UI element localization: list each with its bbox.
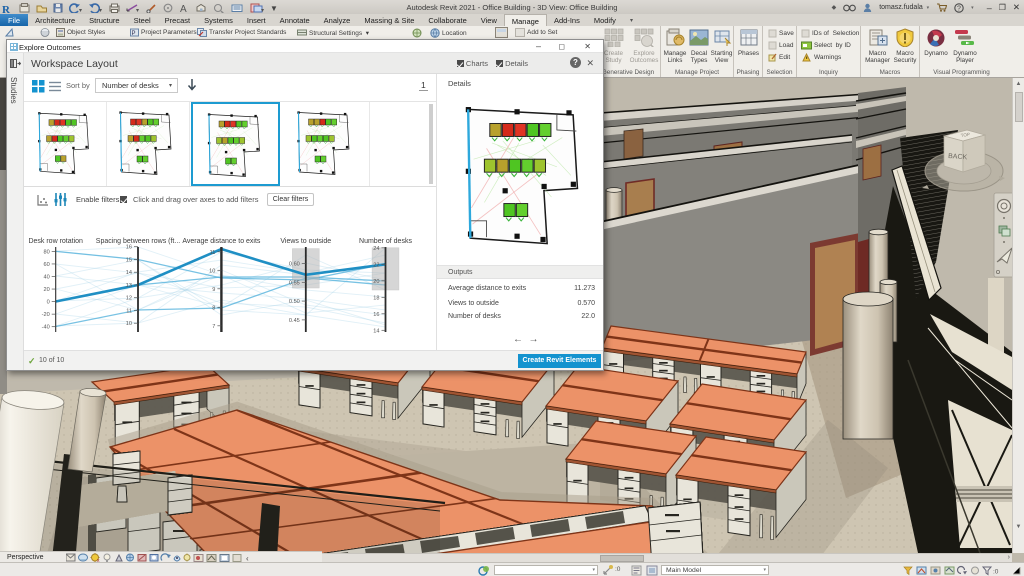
svg-text:Average distance to exits: Average distance to exits <box>182 238 261 245</box>
svg-text:40: 40 <box>43 275 49 281</box>
svg-text:14: 14 <box>126 270 132 276</box>
svg-text:-40: -40 <box>42 325 50 331</box>
svg-text:12: 12 <box>126 296 132 302</box>
svg-text:10: 10 <box>126 321 132 327</box>
svg-text:Views to outside: Views to outside <box>280 238 331 245</box>
svg-text:-20: -20 <box>42 312 50 318</box>
svg-text:▾: ▾ <box>99 8 102 13</box>
svg-text:18: 18 <box>373 295 379 301</box>
svg-text:?: ? <box>957 5 961 12</box>
svg-text:0: 0 <box>47 300 50 306</box>
svg-text::0: :0 <box>993 569 999 576</box>
svg-text:20: 20 <box>43 287 49 293</box>
svg-text:13: 13 <box>126 283 132 289</box>
svg-text:11: 11 <box>210 250 216 256</box>
svg-text:BACK: BACK <box>948 153 968 161</box>
svg-text:7: 7 <box>212 324 215 330</box>
svg-text:▾: ▾ <box>79 8 82 13</box>
svg-text:80: 80 <box>43 249 49 255</box>
svg-text:9: 9 <box>212 287 215 293</box>
svg-text:10: 10 <box>209 268 215 274</box>
svg-text:Desk row rotation: Desk row rotation <box>28 238 83 245</box>
svg-text:16: 16 <box>126 245 132 251</box>
svg-text:11: 11 <box>126 308 132 314</box>
svg-text:▾: ▾ <box>261 8 264 13</box>
svg-text:0.55: 0.55 <box>289 280 300 286</box>
svg-text:0.60: 0.60 <box>289 262 300 268</box>
svg-text:14: 14 <box>373 328 379 334</box>
svg-text:0.50: 0.50 <box>289 299 300 305</box>
svg-text:Number of desks: Number of desks <box>359 238 412 245</box>
svg-text:16: 16 <box>373 312 379 318</box>
svg-text:R: R <box>2 4 11 14</box>
svg-text:P: P <box>132 31 136 37</box>
svg-text:Spacing between rows (ft...: Spacing between rows (ft... <box>96 238 180 245</box>
svg-text:8: 8 <box>212 305 215 311</box>
svg-text:15: 15 <box>126 257 132 263</box>
svg-text:▾: ▾ <box>136 8 139 13</box>
svg-text:0.45: 0.45 <box>289 318 300 324</box>
svg-text:A: A <box>180 4 187 13</box>
svg-text:20: 20 <box>373 279 379 285</box>
svg-text:22: 22 <box>373 262 379 268</box>
svg-text:60: 60 <box>43 262 49 268</box>
svg-text:24: 24 <box>373 246 379 252</box>
